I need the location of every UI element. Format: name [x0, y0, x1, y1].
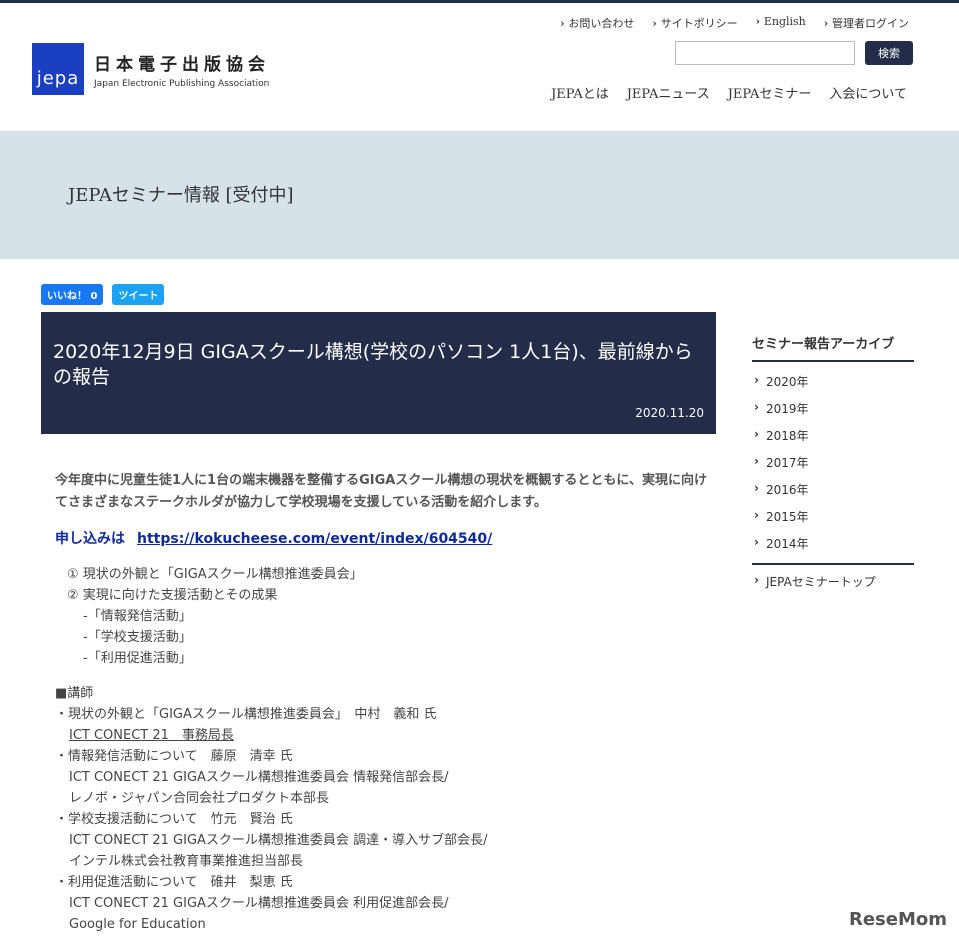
- article-lead: 今年度中に児童生徒1人に1台の端末機器を整備するGIGAスクール構想の現状を概観…: [55, 470, 715, 514]
- archive-year-link[interactable]: 2017年: [752, 449, 914, 476]
- outline-item: ② 実現に向けた支援活動とその成果: [67, 585, 715, 606]
- logo-japanese: 日本電子出版協会: [94, 50, 270, 75]
- search-form: 検索: [675, 41, 913, 65]
- nav-news[interactable]: JEPAニュース: [627, 83, 710, 102]
- apply-label: 申し込みは: [55, 531, 125, 547]
- article-body: 今年度中に児童生徒1人に1台の端末機器を整備するGIGAスクール構想の現状を概観…: [55, 470, 715, 935]
- speaker-line: Google for Education: [55, 914, 715, 935]
- archive-year-link[interactable]: 2019年: [752, 395, 914, 422]
- speakers-list: ■講師 ・現状の外観と「GIGAスクール構想推進委員会」 中村 義和 氏 ICT…: [55, 683, 715, 935]
- site-logo[interactable]: jepa 日本電子出版協会 Japan Electronic Publishing…: [32, 43, 270, 95]
- archive-year-link[interactable]: 2020年: [752, 368, 914, 395]
- apply-link[interactable]: https://kokucheese.com/event/index/60454…: [137, 531, 492, 547]
- nav-join[interactable]: 入会について: [829, 83, 907, 102]
- archive-year-link[interactable]: 2015年: [752, 503, 914, 530]
- site-policy-link[interactable]: サイトポリシー: [652, 15, 737, 31]
- speaker-line: ・情報発信活動について 藤原 清幸 氏: [55, 746, 715, 767]
- outline-item: ① 現状の外観と「GIGAスクール構想推進委員会」: [67, 564, 715, 585]
- article-header: 2020年12月9日 GIGAスクール構想(学校のパソコン 1人1台)、最前線か…: [41, 312, 716, 434]
- sidebar-title: セミナー報告アーカイブ: [752, 333, 914, 362]
- speaker-line: ICT CONECT 21 GIGAスクール構想推進委員会 調達・導入サブ部会長…: [55, 830, 715, 851]
- outline-list: ① 現状の外観と「GIGAスクール構想推進委員会」 ② 実現に向けた支援活動とそ…: [67, 564, 715, 669]
- nav-seminar[interactable]: JEPAセミナー: [728, 83, 812, 102]
- speaker-line: インテル株式会社教育事業推進担当部長: [55, 851, 715, 872]
- outline-item: -「学校支援活動」: [67, 627, 715, 648]
- article-date: 2020.11.20: [635, 406, 704, 420]
- speaker-line: レノボ・ジャパン合同会社プロダクト本部長: [55, 788, 715, 809]
- utility-nav: お問い合わせ サイトポリシー English 管理者ログイン: [560, 15, 909, 31]
- page-banner: JEPAセミナー情報 [受付中]: [0, 131, 959, 259]
- speaker-line: ICT CONECT 21 GIGAスクール構想推進委員会 利用促進部会長/: [55, 893, 715, 914]
- admin-login-link[interactable]: 管理者ログイン: [824, 15, 909, 31]
- speaker-line: ・現状の外観と「GIGAスクール構想推進委員会」 中村 義和 氏: [55, 704, 715, 725]
- archive-year-link[interactable]: 2014年: [752, 530, 914, 557]
- outline-item: -「情報発信活動」: [67, 606, 715, 627]
- contact-link[interactable]: お問い合わせ: [560, 15, 634, 31]
- nav-about[interactable]: JEPAとは: [551, 83, 609, 102]
- search-input[interactable]: [675, 41, 855, 65]
- speaker-line: ICT CONECT 21 事務局長: [55, 725, 715, 746]
- page-title: JEPAセミナー情報 [受付中]: [68, 181, 294, 207]
- jepa-logo-icon: jepa: [32, 43, 84, 95]
- social-buttons: いいね！ 0 ツイート: [41, 284, 164, 305]
- article-title: 2020年12月9日 GIGAスクール構想(学校のパソコン 1人1台)、最前線か…: [53, 340, 704, 390]
- main-nav: JEPAとは JEPAニュース JEPAセミナー 入会について: [551, 83, 907, 102]
- archive-year-link[interactable]: 2016年: [752, 476, 914, 503]
- watermark-logo: ReseMom: [849, 909, 947, 930]
- logo-english: Japan Electronic Publishing Association: [94, 79, 270, 89]
- like-button[interactable]: いいね！ 0: [41, 284, 103, 305]
- seminar-top-link[interactable]: JEPAセミナートップ: [752, 565, 914, 590]
- speakers-heading: ■講師: [55, 683, 715, 704]
- speaker-line: ICT CONECT 21 GIGAスクール構想推進委員会 情報発信部会長/: [55, 767, 715, 788]
- speaker-line: ・学校支援活動について 竹元 賢治 氏: [55, 809, 715, 830]
- speaker-line: ・利用促進活動について 碓井 梨恵 氏: [55, 872, 715, 893]
- english-link[interactable]: English: [756, 15, 806, 31]
- outline-item: -「利用促進活動」: [67, 648, 715, 669]
- archive-year-link[interactable]: 2018年: [752, 422, 914, 449]
- sidebar-archive: セミナー報告アーカイブ 2020年 2019年 2018年 2017年 2016…: [752, 333, 914, 590]
- search-button[interactable]: 検索: [865, 41, 913, 65]
- tweet-button[interactable]: ツイート: [112, 284, 164, 305]
- apply-line: 申し込みは https://kokucheese.com/event/index/…: [55, 528, 715, 548]
